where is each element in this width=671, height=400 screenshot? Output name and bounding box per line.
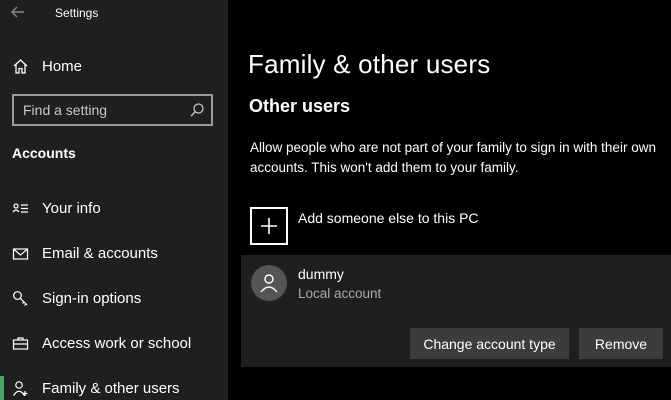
sidebar: Settings Home Accounts Your info Email &… (0, 0, 228, 400)
section-header-accounts: Accounts (12, 145, 76, 161)
person-add-icon (12, 380, 28, 396)
sidebar-item-label: Family & other users (42, 379, 180, 397)
mail-icon (12, 247, 29, 260)
add-someone-button[interactable]: Add someone else to this PC (250, 207, 540, 247)
sidebar-item-access-work[interactable]: Access work or school (0, 323, 228, 363)
account-card[interactable]: dummy Local account Change account type … (241, 255, 671, 367)
description-text: Allow people who are not part of your fa… (250, 140, 656, 175)
plus-icon (261, 218, 277, 234)
briefcase-icon (12, 336, 29, 350)
change-account-type-button[interactable]: Change account type (410, 328, 569, 359)
title-bar: Settings (0, 0, 228, 28)
avatar (251, 265, 287, 301)
key-icon (13, 290, 28, 306)
sidebar-item-label: Your info (42, 199, 101, 217)
main-content: Family & other users Other users Allow p… (228, 0, 671, 400)
sidebar-item-home[interactable]: Home (0, 48, 228, 84)
section-title-other-users: Other users (249, 96, 351, 116)
back-arrow-icon[interactable] (10, 4, 26, 20)
remove-button[interactable]: Remove (579, 328, 663, 359)
page-title: Family & other users (248, 49, 491, 79)
sidebar-item-label: Sign-in options (42, 289, 142, 307)
sidebar-item-sign-in-options[interactable]: Sign-in options (0, 278, 228, 318)
search-input[interactable] (14, 96, 184, 124)
sidebar-item-your-info[interactable]: Your info (0, 188, 228, 228)
sidebar-item-family-other-users[interactable]: Family & other users (0, 368, 228, 400)
contact-card-icon (12, 202, 28, 213)
app-title: Settings (55, 6, 99, 20)
sidebar-item-label: Email & accounts (42, 244, 158, 262)
add-someone-label: Add someone else to this PC (298, 210, 479, 226)
sidebar-item-email-accounts[interactable]: Email & accounts (0, 233, 228, 273)
sidebar-item-label: Access work or school (42, 334, 192, 352)
account-name: dummy (298, 266, 344, 282)
person-icon (260, 274, 278, 293)
sidebar-item-label: Home (42, 57, 83, 75)
home-icon (13, 58, 28, 74)
add-box[interactable] (250, 207, 288, 245)
account-type: Local account (298, 286, 382, 301)
search-box[interactable] (12, 94, 213, 126)
search-icon[interactable] (189, 102, 205, 118)
